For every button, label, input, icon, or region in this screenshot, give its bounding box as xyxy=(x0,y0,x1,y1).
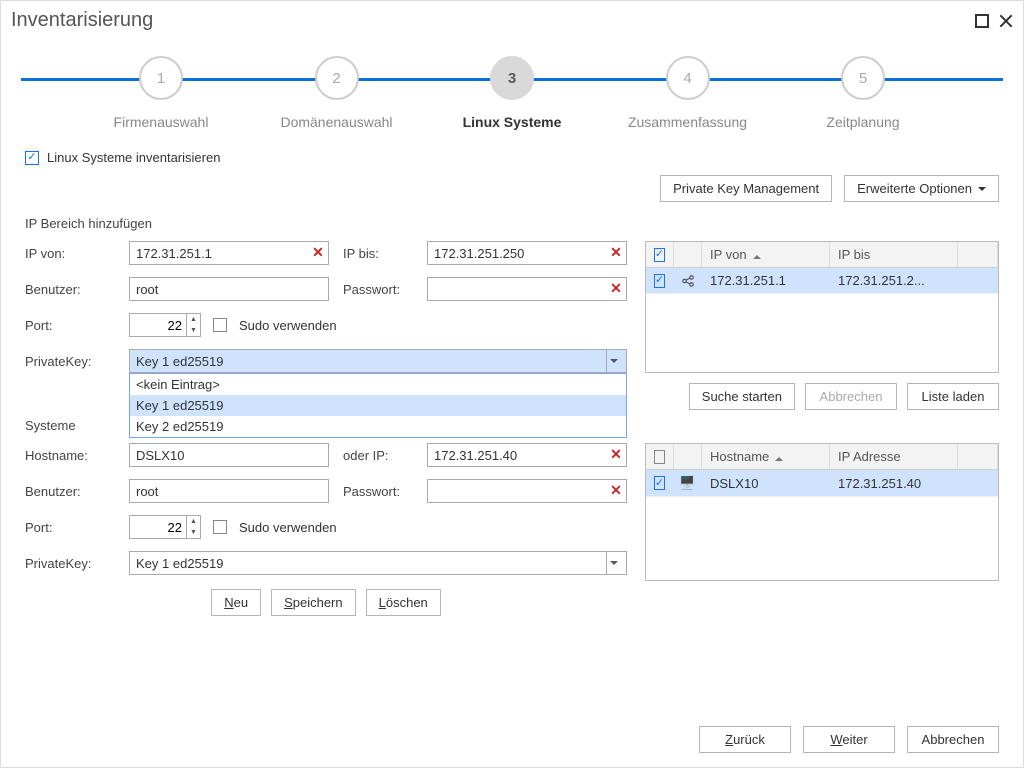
wizard-stepper: 1 Firmenauswahl 2 Domänenauswahl 3 Linux… xyxy=(21,44,1003,134)
password-label: Passwort: xyxy=(343,282,413,297)
systems-grid-select-all-checkbox[interactable]: ✓ xyxy=(654,450,665,464)
systems-grid-header-hostname[interactable]: Hostname xyxy=(702,444,830,469)
or-ip-input[interactable] xyxy=(427,443,627,467)
window-title: Inventarisierung xyxy=(11,9,153,32)
chevron-down-icon[interactable] xyxy=(606,350,620,372)
step-2[interactable]: 2 Domänenauswahl xyxy=(277,56,397,130)
back-button[interactable]: Zurück xyxy=(699,726,791,753)
systems-grid-header-ip[interactable]: IP Adresse xyxy=(830,444,958,469)
caret-down-icon[interactable]: ▼ xyxy=(187,325,200,336)
private-key-management-button[interactable]: Private Key Management xyxy=(660,175,832,202)
clear-icon[interactable]: ✕ xyxy=(607,445,625,463)
ip-range-grid-select-all-checkbox[interactable]: ✓ xyxy=(654,248,665,262)
systems-password-label: Passwort: xyxy=(343,484,413,499)
systems-privatekey-select[interactable]: Key 1 ed25519 xyxy=(129,551,627,575)
step-1[interactable]: 1 Firmenauswahl xyxy=(101,56,221,130)
ip-range-section-label: IP Bereich hinzufügen xyxy=(25,216,999,231)
step-5[interactable]: 5 Zeitplanung xyxy=(803,56,923,130)
privatekey-label: PrivateKey: xyxy=(25,354,115,369)
privatekey-option[interactable]: <kein Eintrag> xyxy=(130,374,626,395)
privatekey-dropdown: <kein Eintrag> Key 1 ed25519 Key 2 ed255… xyxy=(129,373,627,438)
ip-range-grid-header-ipfrom[interactable]: IP von xyxy=(702,242,830,267)
or-ip-label: oder IP: xyxy=(343,448,413,463)
privatekey-option[interactable]: Key 2 ed25519 xyxy=(130,416,626,437)
systems-password-input[interactable] xyxy=(427,479,627,503)
search-start-button[interactable]: Suche starten xyxy=(689,383,795,410)
row-checkbox[interactable]: ✓ xyxy=(654,476,665,490)
step-3[interactable]: 3 Linux Systeme xyxy=(452,56,572,130)
caret-down-icon[interactable]: ▼ xyxy=(187,527,200,538)
ip-from-input-wrap: ✕ xyxy=(129,241,329,265)
cell-hostname: DSLX10 xyxy=(702,471,830,496)
computer-icon: 🖥️ xyxy=(679,475,695,491)
maximize-icon[interactable] xyxy=(975,14,989,28)
close-icon[interactable] xyxy=(999,14,1013,28)
cancel-button[interactable]: Abbrechen xyxy=(907,726,999,753)
systems-port-input[interactable] xyxy=(130,516,186,538)
privatekey-option[interactable]: Key 1 ed25519 xyxy=(130,395,626,416)
caret-up-icon[interactable]: ▲ xyxy=(187,314,200,325)
next-button[interactable]: Weiter xyxy=(803,726,895,753)
systems-port-label: Port: xyxy=(25,520,115,535)
titlebar: Inventarisierung xyxy=(1,1,1023,36)
table-row[interactable]: ✓ 🖥️ DSLX10 172.31.251.40 xyxy=(646,470,998,497)
hostname-input[interactable] xyxy=(129,443,329,467)
cell-ipfrom: 172.31.251.1 xyxy=(702,268,830,293)
new-button[interactable]: Neu xyxy=(211,589,261,616)
sort-asc-icon xyxy=(753,251,761,259)
ip-range-port-input[interactable] xyxy=(130,314,186,336)
cell-ipto: 172.31.251.2... xyxy=(830,268,958,293)
ip-range-sudo-label: Sudo verwenden xyxy=(239,318,337,333)
systems-grid: ✓ Hostname IP Adresse ✓ 🖥️ DSLX10 172.31… xyxy=(645,443,999,581)
systems-port-stepper[interactable]: ▲▼ xyxy=(129,515,201,539)
ip-range-privatekey-select[interactable]: Key 1 ed25519 <kein Eintrag> Key 1 ed255… xyxy=(129,349,627,373)
systems-privatekey-label: PrivateKey: xyxy=(25,556,115,571)
user-label: Benutzer: xyxy=(25,282,115,297)
ip-range-sudo-checkbox[interactable]: ✓ xyxy=(213,318,227,332)
ip-range-port-stepper[interactable]: ▲▼ xyxy=(129,313,201,337)
clear-icon[interactable]: ✕ xyxy=(607,481,625,499)
systems-user-label: Benutzer: xyxy=(25,484,115,499)
wizard-window: Inventarisierung 1 Firmenauswahl 2 Domän… xyxy=(0,0,1024,768)
search-cancel-button: Abbrechen xyxy=(805,383,897,410)
share-icon xyxy=(681,274,695,288)
load-list-button[interactable]: Liste laden xyxy=(907,383,999,410)
row-checkbox[interactable]: ✓ xyxy=(654,274,665,288)
cell-ip: 172.31.251.40 xyxy=(830,471,958,496)
ip-to-label: IP bis: xyxy=(343,246,413,261)
systems-sudo-label: Sudo verwenden xyxy=(239,520,337,535)
clear-icon[interactable]: ✕ xyxy=(607,279,625,297)
ip-range-password-input[interactable] xyxy=(427,277,627,301)
chevron-down-icon[interactable] xyxy=(606,552,620,574)
caret-up-icon[interactable]: ▲ xyxy=(187,516,200,527)
systems-sudo-checkbox[interactable]: ✓ xyxy=(213,520,227,534)
inventory-linux-label: Linux Systeme inventarisieren xyxy=(47,150,220,165)
systems-privatekey-selected-value: Key 1 ed25519 xyxy=(136,556,223,571)
step-4[interactable]: 4 Zusammenfassung xyxy=(628,56,748,130)
extended-options-button[interactable]: Erweiterte Optionen xyxy=(844,175,999,202)
hostname-label: Hostname: xyxy=(25,448,115,463)
ip-range-grid-header-ipto[interactable]: IP bis xyxy=(830,242,958,267)
ip-from-label: IP von: xyxy=(25,246,115,261)
save-button[interactable]: Speichern xyxy=(271,589,356,616)
clear-icon[interactable]: ✕ xyxy=(309,243,327,261)
inventory-linux-checkbox[interactable]: ✓ xyxy=(25,151,39,165)
clear-icon[interactable]: ✕ xyxy=(607,243,625,261)
port-label: Port: xyxy=(25,318,115,333)
ip-to-input[interactable] xyxy=(427,241,627,265)
ip-from-input[interactable] xyxy=(129,241,329,265)
table-row[interactable]: ✓ 172.31.251.1 172.31.251.2... xyxy=(646,268,998,294)
ip-range-grid: ✓ IP von IP bis ✓ 172.31.251.1 172.31.25… xyxy=(645,241,999,373)
ip-range-user-input[interactable] xyxy=(129,277,329,301)
delete-button[interactable]: Löschen xyxy=(366,589,441,616)
sort-asc-icon xyxy=(775,453,783,461)
systems-user-input[interactable] xyxy=(129,479,329,503)
privatekey-selected-value: Key 1 ed25519 xyxy=(136,354,223,369)
